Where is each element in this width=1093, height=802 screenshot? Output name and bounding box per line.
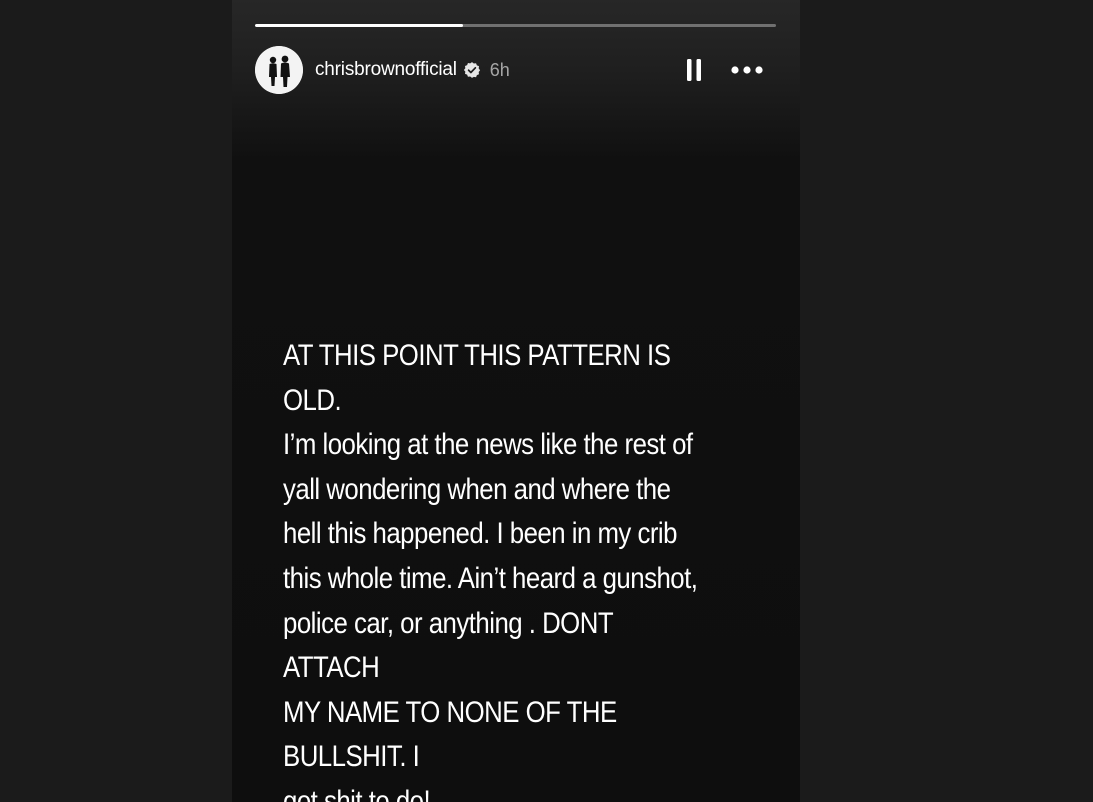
story-progress-fill: [255, 24, 464, 27]
username[interactable]: chrisbrownofficial: [315, 59, 457, 81]
more-options-icon: [731, 66, 763, 74]
page: chrisbrownofficial 6h AT THIS POINT THIS…: [0, 0, 1093, 802]
story-header: chrisbrownofficial 6h: [255, 46, 776, 94]
avatar-image: [255, 46, 303, 94]
verified-badge-icon: [463, 61, 481, 79]
story-viewer[interactable]: chrisbrownofficial 6h AT THIS POINT THIS…: [232, 0, 800, 802]
story-progress-bar: [255, 24, 776, 27]
avatar[interactable]: [255, 46, 303, 94]
story-text: AT THIS POINT THIS PATTERN IS OLD. I’m l…: [283, 339, 698, 802]
pause-button[interactable]: [682, 56, 706, 84]
more-options-button[interactable]: [730, 56, 764, 84]
pause-icon: [687, 59, 701, 81]
story-controls: [682, 56, 776, 84]
post-timestamp: 6h: [489, 59, 510, 80]
